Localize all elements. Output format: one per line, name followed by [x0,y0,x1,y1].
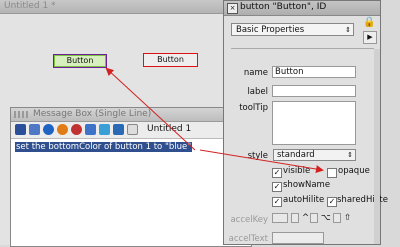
stack-label: Untitled 1 [147,124,192,134]
command-input[interactable]: set the bottomColor of button 1 to "blue… [15,141,247,153]
accel-option-checkbox[interactable] [310,213,318,223]
tooltip-field[interactable] [272,101,356,145]
inspector-title: button "Button", ID [240,2,327,12]
acceltext-label: accelText [228,234,268,244]
acceltext-field[interactable] [272,232,324,244]
lock-icon[interactable]: 🔒 [363,17,375,28]
back-scripts-icon[interactable] [99,124,110,135]
showname-checkbox[interactable]: ✓ [272,182,282,192]
window-grip-icon [14,111,30,118]
stacks-in-use-icon[interactable] [113,124,124,135]
accelkey-label: accelKey [230,215,268,225]
card-title: Untitled 1 * [4,1,56,11]
command-text: set the bottomColor of button 1 to "blue… [15,142,193,152]
select-arrows-icon: ⇕ [347,151,353,159]
autohilite-label: autoHilite [283,195,325,205]
label-label: label [247,87,268,97]
style-label: style [247,151,268,161]
multi-line-icon[interactable] [29,124,40,135]
front-scripts-icon[interactable] [85,124,96,135]
sharedhilite-checkbox[interactable]: ✓ [327,197,337,207]
opaque-label: opaque [338,166,370,176]
message-box-title-bar[interactable]: Message Box (Single Line) [11,108,251,122]
message-box-window: Message Box (Single Line) Untitled 1 set… [10,107,252,247]
accelkey-field[interactable] [272,213,288,223]
property-inspector: × button "Button", ID Basic Properties ⇕… [223,0,388,245]
divider [231,48,374,49]
accel-ctrl-checkbox[interactable] [291,213,299,223]
close-icon[interactable]: × [227,3,238,14]
card-button-1[interactable]: Button [53,54,107,68]
tooltip-label: toolTip [239,103,268,113]
global-properties-icon[interactable] [43,124,54,135]
style-value: standard [277,150,315,160]
inspector-title-bar[interactable]: × button "Button", ID [224,1,380,16]
play-icon[interactable]: ▶ [363,31,377,44]
shift-key-label: ⇧ [344,213,352,223]
style-select[interactable]: standard ⇕ [273,149,356,161]
message-box-toolbar: Untitled 1 [11,122,251,139]
accel-shift-checkbox[interactable] [333,213,341,223]
showname-label: showName [283,180,331,190]
inspector-scrollbar[interactable] [374,49,380,244]
opaque-checkbox[interactable] [327,168,337,178]
stack-selector-icon[interactable] [127,124,138,135]
ctrl-key-label: ^ [302,213,310,223]
name-label: name [243,68,268,78]
visible-label: visible [283,166,311,176]
message-box-title: Message Box (Single Line) [33,109,152,119]
select-arrows-icon: ⇕ [345,26,351,34]
section-select[interactable]: Basic Properties ⇕ [231,23,354,36]
autohilite-checkbox[interactable]: ✓ [272,197,282,207]
name-field[interactable]: Button [272,66,356,78]
option-key-label: ⌥ [321,213,331,223]
section-value: Basic Properties [236,25,305,35]
card-title-bar[interactable]: Untitled 1 * [0,0,240,14]
visible-checkbox[interactable]: ✓ [272,168,282,178]
label-field[interactable] [272,85,356,97]
pending-messages-icon[interactable] [71,124,82,135]
card-button-2[interactable]: Button [143,53,198,67]
global-variables-icon[interactable] [57,124,68,135]
sharedhilite-label: sharedHilite [337,195,388,205]
single-line-icon[interactable] [15,124,26,135]
